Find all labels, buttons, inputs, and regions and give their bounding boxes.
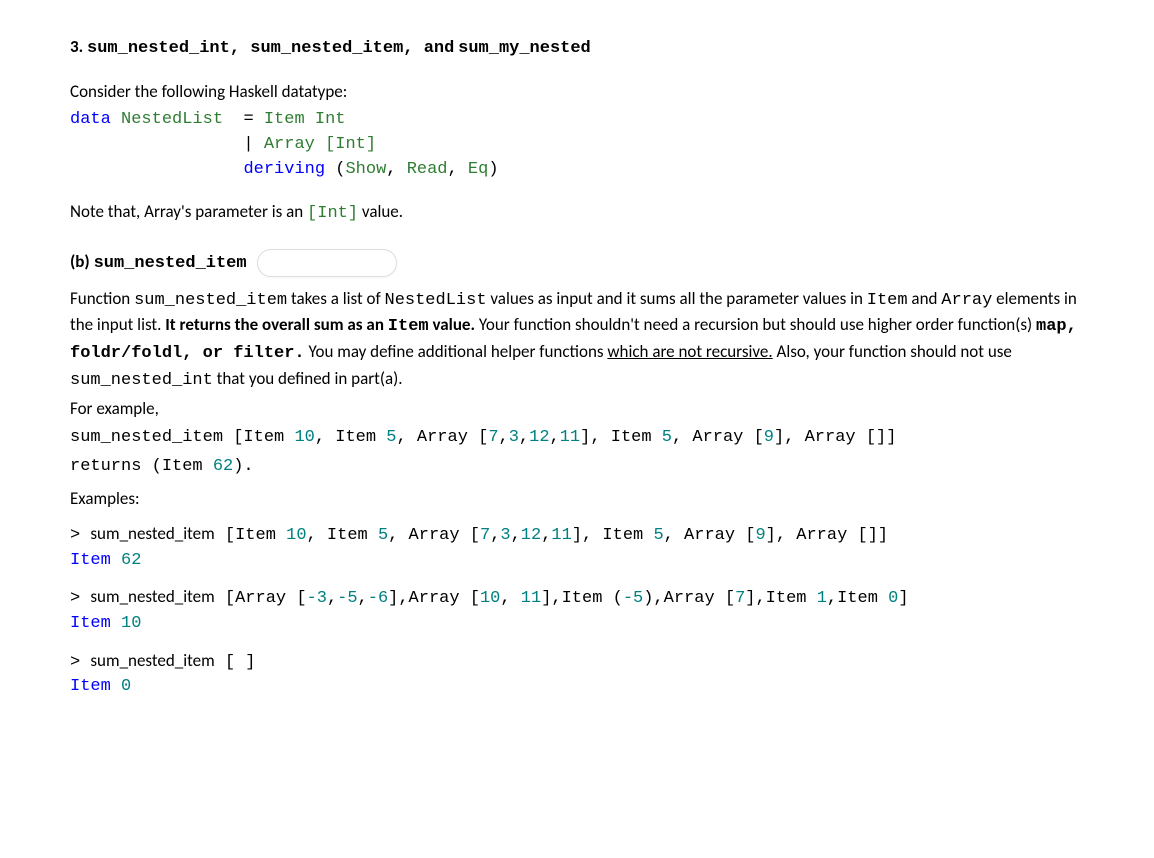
problem-heading: 3. sum_nested_int, sum_nested_item, and … [70,35,1084,62]
example-inline: sum_nested_item [Item 10, Item 5, Array … [70,426,1084,451]
heading-fn3: sum_my_nested [458,39,591,58]
datatype-code: data NestedList = Item Int | Array [Int]… [70,108,1084,182]
for-example: For example, [70,397,1084,422]
example-3-output: Item 0 [70,675,1084,700]
examples-label: Examples: [70,487,1084,512]
example-1-input: > sum_nested_item [Item 10, Item 5, Arra… [70,522,1084,549]
intro-text: Consider the following Haskell datatype: [70,80,1084,105]
example-3: > sum_nested_item [ ] Item 0 [70,649,1084,700]
heading-fn2: sum_nested_item [250,39,403,58]
example-2: > sum_nested_item [Array [-3,-5,-6],Arra… [70,585,1084,636]
heading-and: and [424,39,455,58]
blank-pill [257,249,397,277]
example-2-output: Item 10 [70,612,1084,637]
example-result-inline: returns (Item 62). [70,455,1084,480]
part-b-heading: (b) sum_nested_item [70,249,1084,277]
heading-fn1: sum_nested_int [87,39,230,58]
example-3-input: > sum_nested_item [ ] [70,649,1084,676]
array-note: Note that, Array's parameter is an [Int]… [70,200,1084,227]
example-1: > sum_nested_item [Item 10, Item 5, Arra… [70,522,1084,573]
example-2-input: > sum_nested_item [Array [-3,-5,-6],Arra… [70,585,1084,612]
description-p1: Function sum_nested_item takes a list of… [70,287,1084,394]
example-1-output: Item 62 [70,549,1084,574]
heading-number: 3. [70,36,83,57]
